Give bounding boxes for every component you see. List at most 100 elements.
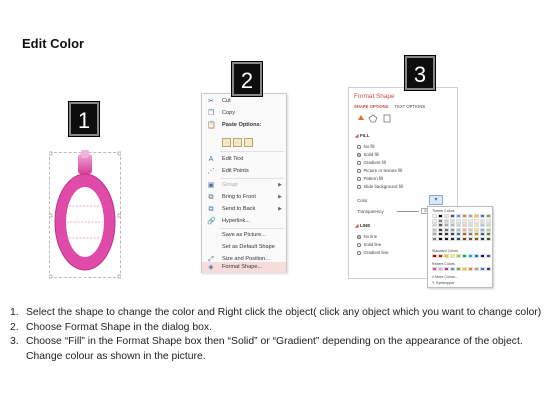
color-swatch[interactable]	[443, 254, 450, 258]
color-swatch[interactable]	[473, 267, 480, 271]
color-swatch[interactable]	[467, 236, 474, 241]
color-swatch[interactable]	[461, 218, 468, 223]
color-swatch[interactable]	[479, 236, 486, 241]
color-swatch[interactable]	[467, 254, 474, 258]
color-swatch[interactable]	[449, 223, 456, 228]
color-swatch[interactable]	[449, 236, 456, 241]
color-swatch[interactable]	[485, 223, 492, 228]
menu-item-format-shape[interactable]: ◈ Format Shape...	[202, 262, 286, 273]
color-swatch[interactable]	[437, 223, 444, 228]
color-swatch[interactable]	[461, 267, 468, 271]
color-swatch[interactable]	[437, 232, 444, 237]
color-swatch[interactable]	[443, 218, 450, 223]
color-swatch[interactable]	[455, 232, 462, 237]
color-swatch[interactable]	[455, 267, 462, 271]
color-swatch[interactable]	[467, 232, 474, 237]
menu-item-group[interactable]: ▣ Group ▶	[202, 180, 286, 191]
transparency-slider[interactable]	[397, 211, 419, 212]
color-swatch[interactable]	[479, 254, 486, 258]
color-swatch[interactable]	[479, 223, 486, 228]
color-swatch[interactable]	[461, 214, 468, 218]
paste-option-icons[interactable]	[222, 138, 255, 148]
color-swatch[interactable]	[443, 236, 450, 241]
theme-color-grid[interactable]	[432, 214, 492, 241]
color-swatch[interactable]	[443, 227, 450, 232]
color-swatch[interactable]	[485, 214, 492, 218]
color-swatch[interactable]	[449, 214, 456, 218]
color-swatch[interactable]	[461, 232, 468, 237]
color-swatch[interactable]	[432, 214, 438, 218]
recent-color-grid[interactable]	[432, 267, 492, 271]
color-swatch[interactable]	[455, 218, 462, 223]
color-swatch[interactable]	[479, 267, 486, 271]
standard-color-grid[interactable]	[432, 254, 492, 258]
paste-merge-icon[interactable]	[233, 138, 242, 147]
menu-item-edit-text[interactable]: A Edit Text	[202, 154, 286, 165]
radio-gradient-line[interactable]: Gradient line	[357, 250, 388, 255]
color-swatch[interactable]	[467, 218, 474, 223]
color-swatch[interactable]	[467, 267, 474, 271]
color-swatch[interactable]	[437, 218, 444, 223]
fill-section-header[interactable]: ◢ FILL	[355, 133, 370, 139]
color-swatch[interactable]	[432, 267, 438, 271]
color-swatch[interactable]	[479, 232, 486, 237]
color-swatch[interactable]	[437, 254, 444, 258]
line-section-header[interactable]: ◢ LINE	[355, 223, 370, 229]
color-swatch[interactable]	[461, 227, 468, 232]
color-swatch[interactable]	[432, 218, 438, 223]
color-swatch[interactable]	[455, 254, 462, 258]
menu-item-set-default-shape[interactable]: Set as Default Shape	[202, 242, 286, 253]
ring-shape[interactable]	[49, 140, 121, 280]
color-swatch[interactable]	[432, 236, 438, 241]
color-swatch[interactable]	[473, 214, 480, 218]
color-swatch[interactable]	[479, 227, 486, 232]
color-swatch[interactable]	[455, 223, 462, 228]
color-swatch[interactable]	[443, 267, 450, 271]
color-swatch[interactable]	[449, 254, 456, 258]
tab-text-options[interactable]: TEXT OPTIONS	[395, 104, 426, 109]
color-swatch[interactable]	[455, 214, 462, 218]
menu-item-send-to-back[interactable]: ⧉ Send to Back ▶	[202, 204, 286, 215]
color-swatch[interactable]	[449, 227, 456, 232]
color-swatch[interactable]	[473, 223, 480, 228]
color-swatch[interactable]	[473, 236, 480, 241]
menu-item-save-as-picture[interactable]: Save as Picture...	[202, 230, 286, 241]
eyedropper-link[interactable]: ✎ Eyedropper	[432, 281, 455, 285]
color-swatch[interactable]	[443, 232, 450, 237]
radio-no-line[interactable]: No line	[357, 234, 377, 239]
color-swatch[interactable]	[467, 214, 474, 218]
paste-keep-icon[interactable]	[222, 138, 231, 147]
color-swatch[interactable]	[473, 232, 480, 237]
radio-gradient-fill[interactable]: Gradient fill	[357, 160, 386, 165]
color-swatch[interactable]	[485, 236, 492, 241]
color-swatch[interactable]	[485, 218, 492, 223]
color-swatch[interactable]	[437, 267, 444, 271]
color-swatch[interactable]	[479, 218, 486, 223]
color-picker-button[interactable]: ▾	[429, 195, 443, 205]
color-swatch[interactable]	[455, 227, 462, 232]
more-colors-link[interactable]: ● More Colors...	[432, 275, 458, 279]
color-swatch[interactable]	[432, 232, 438, 237]
menu-item-hyperlink[interactable]: 🔗 Hyperlink...	[202, 216, 286, 227]
color-swatch[interactable]	[443, 223, 450, 228]
color-swatch[interactable]	[473, 218, 480, 223]
color-swatch[interactable]	[432, 227, 438, 232]
color-swatch[interactable]	[461, 236, 468, 241]
radio-pattern-fill[interactable]: Pattern fill	[357, 176, 383, 181]
color-swatch[interactable]	[485, 254, 492, 258]
color-swatch[interactable]	[473, 227, 480, 232]
color-swatch[interactable]	[467, 223, 474, 228]
color-swatch[interactable]	[485, 267, 492, 271]
radio-solid-line[interactable]: Solid line	[357, 242, 381, 247]
menu-item-bring-to-front[interactable]: ⧉ Bring to Front ▶	[202, 192, 286, 203]
color-swatch[interactable]	[437, 214, 444, 218]
tab-shape-options[interactable]: SHAPE OPTIONS	[354, 104, 388, 109]
color-swatch[interactable]	[455, 236, 462, 241]
color-swatch[interactable]	[473, 254, 480, 258]
radio-picture-fill[interactable]: Picture or texture fill	[357, 168, 402, 173]
menu-item-copy[interactable]: ❐ Copy	[202, 108, 286, 119]
color-swatch[interactable]	[485, 227, 492, 232]
radio-no-fill[interactable]: No fill	[357, 144, 374, 149]
color-swatch[interactable]	[432, 254, 438, 258]
color-swatch[interactable]	[432, 223, 438, 228]
